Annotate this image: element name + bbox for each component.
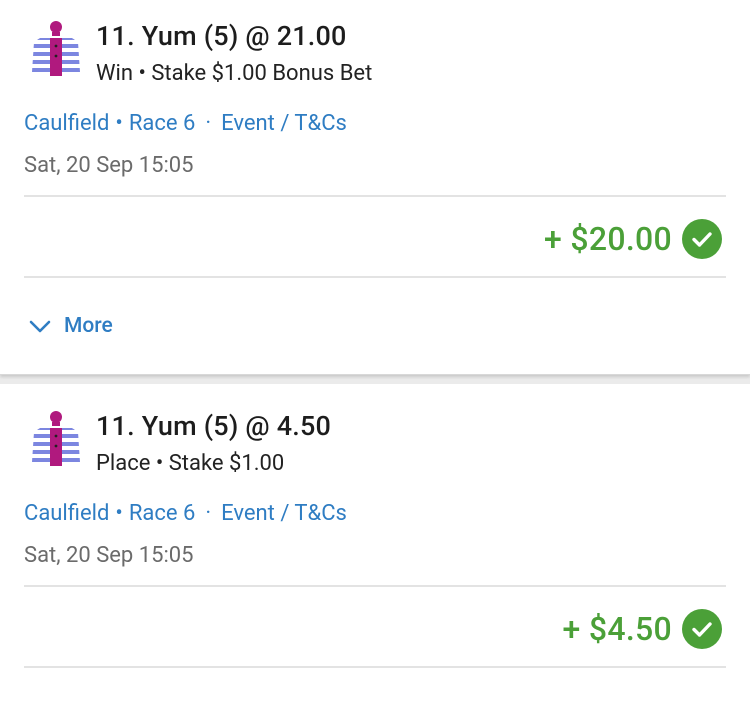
payout-amount: + $4.50 <box>562 610 672 648</box>
event-terms-link[interactable]: Event / T&Cs <box>221 501 347 526</box>
event-links: Caulfield • Race 6 · Event / T&Cs <box>24 111 347 136</box>
bet-card: 11. Yum (5) @ 4.50 Place • Stake $1.00 C… <box>0 384 750 709</box>
jockey-silk-icon <box>32 21 80 76</box>
race-datetime: Sat, 20 Sep 15:05 <box>24 153 194 178</box>
bet-title: 11. Yum (5) @ 4.50 <box>96 410 332 442</box>
separator-dot: · <box>205 501 212 526</box>
more-toggle[interactable]: More <box>28 314 113 338</box>
race-datetime: Sat, 20 Sep 15:05 <box>24 543 194 568</box>
separator-dot: • <box>115 111 123 136</box>
bet-subtitle: Win • Stake $1.00 Bonus Bet <box>96 61 373 86</box>
event-terms-link[interactable]: Event / T&Cs <box>221 111 347 136</box>
more-label: More <box>64 314 113 338</box>
divider <box>24 276 726 278</box>
chevron-down-icon <box>29 320 51 333</box>
payout: + $4.50 <box>563 609 722 649</box>
jockey-silk-icon <box>32 411 80 466</box>
race-link[interactable]: Race 6 <box>129 111 196 136</box>
bet-subtitle: Place • Stake $1.00 <box>96 451 285 476</box>
divider <box>24 585 726 587</box>
venue-link[interactable]: Caulfield <box>24 501 109 526</box>
check-circle-icon <box>682 609 722 649</box>
separator-dot: • <box>115 501 123 526</box>
divider <box>24 666 726 668</box>
divider <box>24 195 726 197</box>
bet-card: 11. Yum (5) @ 21.00 Win • Stake $1.00 Bo… <box>0 0 750 375</box>
venue-link[interactable]: Caulfield <box>24 111 109 136</box>
event-links: Caulfield • Race 6 · Event / T&Cs <box>24 501 347 526</box>
payout: + $20.00 <box>544 219 722 259</box>
payout-amount: + $20.00 <box>544 220 672 258</box>
separator-dot: · <box>205 111 212 136</box>
race-link[interactable]: Race 6 <box>129 501 196 526</box>
check-circle-icon <box>682 219 722 259</box>
bet-title: 11. Yum (5) @ 21.00 <box>96 20 347 52</box>
